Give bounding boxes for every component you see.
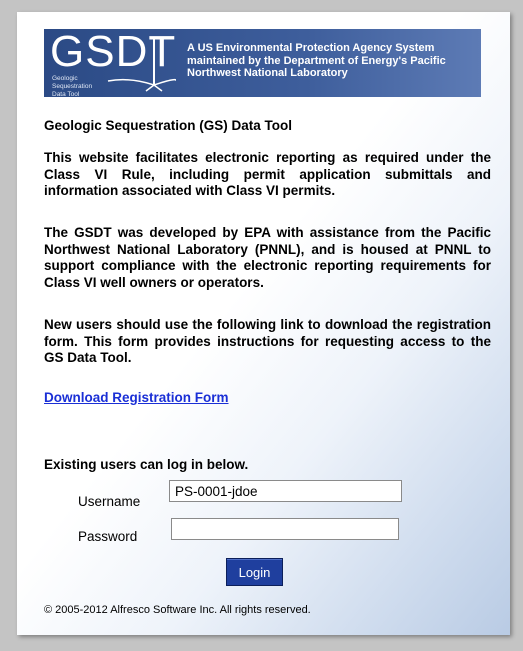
logo-subtitle: Geologic Sequestration Data Tool [52,75,93,98]
page-title: Geologic Sequestration (GS) Data Tool [44,118,293,133]
existing-users-text: Existing users can log in below. [44,457,249,472]
copyright-footer: © 2005-2012 Alfresco Software Inc. All r… [44,604,311,616]
gsdt-logo: GSDT Geologic Sequestration Data Tool [50,27,176,98]
development-paragraph: The GSDT was developed by EPA with assis… [44,225,491,290]
username-input[interactable] [169,480,402,502]
new-users-paragraph: New users should use the following link … [44,317,491,365]
header-banner: GSDT Geologic Sequestration Data Tool A … [44,27,481,98]
login-panel: GSDT Geologic Sequestration Data Tool A … [17,12,510,635]
banner-description: A US Environmental Protection Agency Sys… [187,42,446,79]
login-button[interactable]: Login [226,558,283,586]
password-input[interactable] [171,518,399,540]
download-registration-link[interactable]: Download Registration Form [44,390,229,405]
username-label: Username [78,494,141,509]
intro-paragraph: This website facilitates electronic repo… [44,150,491,198]
password-label: Password [78,529,138,544]
